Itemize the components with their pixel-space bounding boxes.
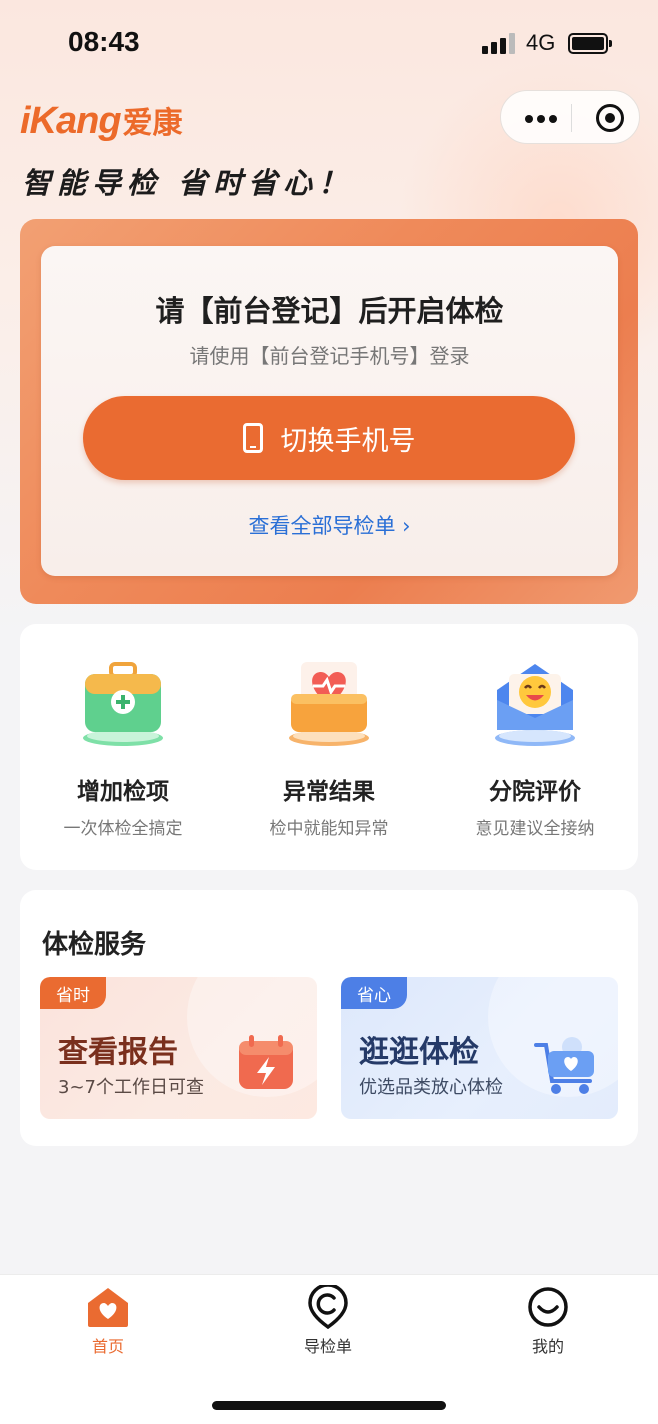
switch-phone-button[interactable]: 切换手机号 xyxy=(83,396,575,480)
feature-card: 增加检项 一次体检全搞定 异常结果 检中就能知异常 分院评价 意见建议全接纳 xyxy=(20,624,638,870)
feature-subtitle: 意见建议全接纳 xyxy=(475,819,595,839)
status-bar: 08:43 4G xyxy=(0,0,658,88)
login-subtitle: 请使用【前台登记手机号】登录 xyxy=(189,344,470,368)
service-browse-checkups[interactable]: 省心 逛逛体检 优选品类放心体检 xyxy=(341,977,618,1119)
feature-abnormal-results[interactable]: 异常结果 检中就能知异常 xyxy=(226,624,432,870)
tab-label: 导检单 xyxy=(303,1337,352,1356)
feature-subtitle: 一次体检全搞定 xyxy=(63,819,183,839)
view-all-guides-link[interactable]: 查看全部导检单 › xyxy=(41,510,618,540)
feature-title: 异常结果 xyxy=(283,779,375,805)
ikang-logo: iKang 爱康 xyxy=(20,98,183,142)
logo-english: iKang xyxy=(20,100,122,142)
home-indicator xyxy=(212,1401,446,1410)
service-view-report[interactable]: 省时 查看报告 3~7个工作日可查 xyxy=(40,977,317,1119)
feature-title: 增加检项 xyxy=(77,779,169,805)
service-subtitle: 3~7个工作日可查 xyxy=(58,1077,204,1098)
heart-report-icon xyxy=(289,662,369,746)
signal-icon xyxy=(482,32,518,54)
login-card-inner: 请【前台登记】后开启体检 请使用【前台登记手机号】登录 切换手机号 查看全部导检… xyxy=(41,246,618,576)
tab-mine[interactable]: 我的 xyxy=(488,1275,608,1375)
login-card: 请【前台登记】后开启体检 请使用【前台登记手机号】登录 切换手机号 查看全部导检… xyxy=(20,219,638,604)
medical-kit-icon xyxy=(83,662,163,746)
service-title: 逛逛体检 xyxy=(359,1035,479,1070)
feature-add-items[interactable]: 增加检项 一次体检全搞定 xyxy=(20,624,226,870)
services-title: 体检服务 xyxy=(42,930,147,960)
shopping-cart-icon xyxy=(534,1037,594,1094)
service-subtitle: 优选品类放心体检 xyxy=(359,1077,503,1098)
capsule-divider xyxy=(571,104,572,132)
feature-subtitle: 检中就能知异常 xyxy=(269,819,389,839)
service-tag: 省时 xyxy=(40,977,106,1009)
more-icon[interactable] xyxy=(523,109,559,127)
switch-phone-label: 切换手机号 xyxy=(280,425,416,457)
mini-program-capsule xyxy=(500,90,640,144)
login-title: 请【前台登记】后开启体检 xyxy=(155,294,504,328)
tab-guide[interactable]: 导检单 xyxy=(268,1275,388,1375)
battery-icon xyxy=(568,33,612,54)
calendar-bolt-icon xyxy=(239,1035,293,1089)
tab-label: 首页 xyxy=(91,1337,124,1356)
home-heart-icon xyxy=(88,1288,128,1327)
service-tag: 省心 xyxy=(341,977,407,1009)
feature-title: 分院评价 xyxy=(489,779,581,805)
tab-label: 我的 xyxy=(531,1337,564,1356)
close-target-icon[interactable] xyxy=(596,104,624,132)
phone-icon xyxy=(242,423,263,453)
network-label: 4G xyxy=(526,30,556,55)
slogan: 智能导检 省时省心！ xyxy=(22,166,354,200)
tab-home[interactable]: 首页 xyxy=(48,1275,168,1375)
smile-envelope-icon xyxy=(495,664,575,746)
status-time: 08:43 xyxy=(68,26,140,57)
services-card: 体检服务 省时 查看报告 3~7个工作日可查 省心 逛逛体检 优选品类放心体检 xyxy=(20,890,638,1146)
smile-face-icon xyxy=(528,1287,568,1327)
logo-chinese: 爱康 xyxy=(122,106,183,141)
guide-pin-icon xyxy=(308,1285,348,1329)
service-title: 查看报告 xyxy=(58,1035,178,1070)
feature-branch-review[interactable]: 分院评价 意见建议全接纳 xyxy=(432,624,638,870)
